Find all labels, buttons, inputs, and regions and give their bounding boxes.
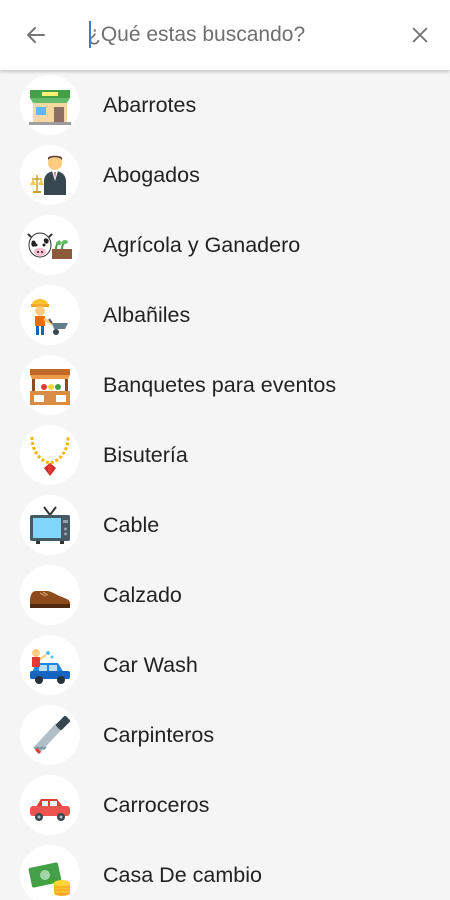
banquet-stand-icon [20,355,80,415]
list-item-abarrotes[interactable]: Abarrotes [0,70,450,140]
list-item-label: Agrícola y Ganadero [103,233,301,257]
money-exchange-icon [20,845,80,900]
text-cursor [89,21,91,48]
list-item-bisuteria[interactable]: Bisutería [0,420,450,490]
tv-icon [20,495,80,555]
list-item-casa-de-cambio[interactable]: Casa De cambio [0,840,450,900]
list-item-label: Abogados [103,163,200,187]
list-item-car-wash[interactable]: Car Wash [0,630,450,700]
list-item-banquetes[interactable]: Banquetes para eventos [0,350,450,420]
necklace-icon [20,425,80,485]
list-item-label: Banquetes para eventos [103,373,337,397]
search-input[interactable] [88,18,388,52]
cow-farm-icon [20,215,80,275]
list-item-label: Abarrotes [103,93,197,117]
saw-icon [20,705,80,765]
clear-search-button[interactable] [402,17,438,53]
list-item-label: Carroceros [103,793,210,817]
shoe-icon [20,565,80,625]
close-icon [412,27,428,43]
list-item-label: Carpinteros [103,723,215,747]
construction-worker-icon [20,285,80,345]
list-item-label: Calzado [103,583,182,607]
category-list: Abarrotes Abogados Agrícola y Ganadero A… [0,70,450,900]
list-item-label: Car Wash [103,653,198,677]
list-item-carroceros[interactable]: Carroceros [0,770,450,840]
list-item-albaniles[interactable]: Albañiles [0,280,450,350]
list-item-cable[interactable]: Cable [0,490,450,560]
list-item-calzado[interactable]: Calzado [0,560,450,630]
back-button[interactable] [18,17,54,53]
list-item-carpinteros[interactable]: Carpinteros [0,700,450,770]
list-item-agricola[interactable]: Agrícola y Ganadero [0,210,450,280]
search-bar [0,0,450,70]
list-item-abogados[interactable]: Abogados [0,140,450,210]
red-car-icon [20,775,80,835]
list-item-label: Cable [103,513,160,537]
list-item-label: Bisutería [103,443,188,467]
grocery-store-icon [20,75,80,135]
arrow-left-icon [27,27,45,43]
car-wash-icon [20,635,80,695]
list-item-label: Casa De cambio [103,863,262,887]
list-item-label: Albañiles [103,303,191,327]
lawyer-icon [20,145,80,205]
